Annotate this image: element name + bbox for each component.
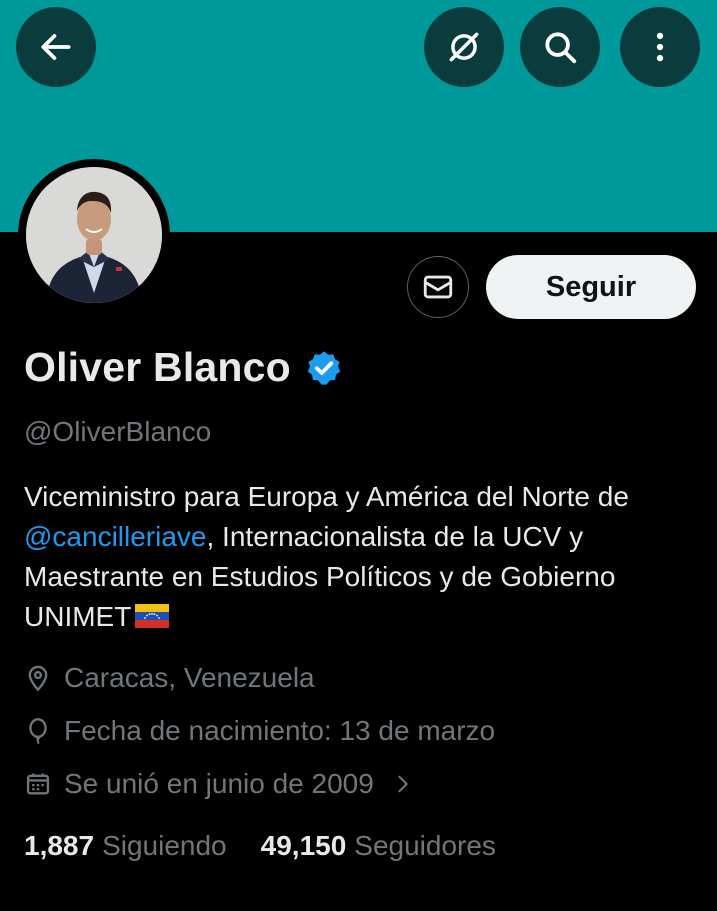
follow-stats: 1,887 Siguiendo 49,150 Seguidores bbox=[24, 830, 496, 862]
verified-badge-icon[interactable] bbox=[305, 349, 343, 387]
avatar-photo bbox=[26, 167, 162, 303]
followers-label: Seguidores bbox=[354, 830, 496, 861]
message-button[interactable] bbox=[407, 256, 469, 318]
search-icon bbox=[545, 32, 577, 64]
followers-count: 49,150 bbox=[260, 830, 347, 861]
birthday-text: Fecha de nacimiento: 13 de marzo bbox=[64, 715, 496, 746]
venezuela-flag-icon bbox=[135, 603, 170, 628]
bio-text: Viceministro para Europa y América del N… bbox=[24, 481, 629, 512]
profile-name: Oliver Blanco bbox=[24, 344, 291, 390]
translate-off-button[interactable] bbox=[424, 7, 504, 87]
followers-stat[interactable]: 49,150 Seguidores bbox=[261, 830, 496, 862]
avatar-ring bbox=[18, 159, 170, 311]
profile-name-row: Oliver Blanco bbox=[24, 344, 343, 391]
joined-text: Se unió en junio de 2009 bbox=[64, 768, 374, 799]
profile-handle: @OliverBlanco bbox=[24, 416, 212, 447]
search-button[interactable] bbox=[520, 7, 600, 87]
chevron-right-icon bbox=[398, 775, 408, 793]
avatar[interactable] bbox=[26, 167, 162, 303]
profile-bio: Viceministro para Europa y América del N… bbox=[24, 477, 704, 637]
location-row: Caracas, Venezuela bbox=[24, 662, 315, 694]
back-button[interactable] bbox=[16, 7, 96, 87]
following-label: Siguiendo bbox=[102, 830, 227, 861]
joined-row[interactable]: Se unió en junio de 2009 bbox=[24, 768, 426, 800]
balloon-icon bbox=[29, 718, 47, 745]
follow-button[interactable]: Seguir bbox=[486, 255, 696, 319]
following-stat[interactable]: 1,887 Siguiendo bbox=[24, 830, 227, 862]
mention-link[interactable]: @cancilleriave bbox=[24, 521, 207, 552]
calendar-icon bbox=[26, 773, 50, 795]
more-vertical-icon bbox=[656, 32, 664, 62]
birthday-row: Fecha de nacimiento: 13 de marzo bbox=[24, 715, 495, 747]
location-text: Caracas, Venezuela bbox=[64, 662, 315, 693]
location-pin-icon bbox=[28, 665, 48, 692]
envelope-icon bbox=[423, 275, 453, 299]
following-count: 1,887 bbox=[24, 830, 95, 861]
arrow-left-icon bbox=[41, 34, 71, 60]
more-options-button[interactable] bbox=[620, 7, 700, 87]
no-translate-icon bbox=[449, 32, 479, 62]
